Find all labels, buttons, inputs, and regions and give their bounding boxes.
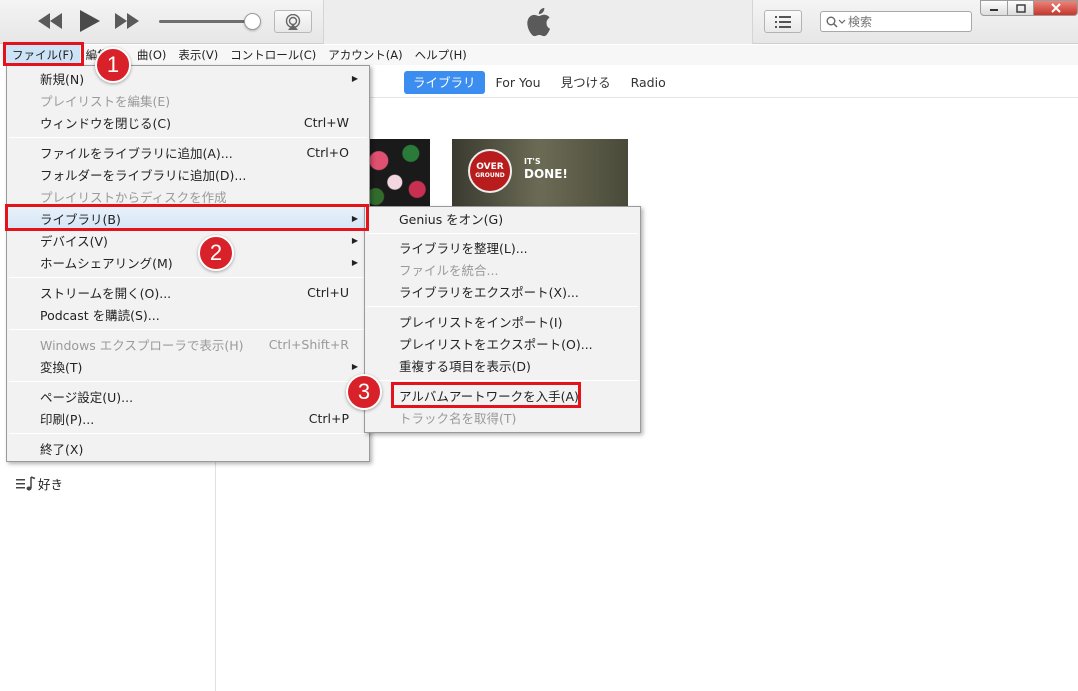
step-badge-1: 1 [95, 47, 131, 83]
submenu-arrow-icon: ▶ [351, 236, 358, 245]
menubar: ファイル(F) 編集(E) 曲(O) 表示(V) コントロール(C) アカウント… [0, 45, 1078, 65]
menu-account[interactable]: アカウント(A) [322, 45, 408, 65]
submenu-arrow-icon: ▶ [351, 362, 358, 371]
play-button[interactable] [78, 9, 102, 33]
library-menu-show-duplicates[interactable]: 重複する項目を表示(D) [365, 355, 640, 376]
list-icon [775, 15, 791, 28]
library-menu-export-library[interactable]: ライブラリをエクスポート(X)... [365, 281, 640, 302]
file-menu-page-setup[interactable]: ページ設定(U)... [7, 386, 369, 407]
submenu-arrow-icon: ▶ [351, 74, 358, 83]
album-title-text: IT'S DONE! [524, 157, 568, 181]
album-artwork-floral[interactable] [366, 139, 430, 211]
highlight-get-album-artwork [391, 382, 581, 408]
library-menu-export-playlist[interactable]: プレイリストをエクスポート(O)... [365, 333, 640, 354]
menu-separator [367, 380, 638, 381]
menu-song[interactable]: 曲(O) [131, 45, 173, 65]
search-input[interactable] [848, 14, 966, 29]
minimize-button[interactable] [980, 0, 1008, 16]
maximize-button[interactable] [1008, 0, 1034, 16]
play-icon [80, 10, 100, 32]
minimize-icon [990, 9, 998, 11]
file-menu-add-folder[interactable]: フォルダーをライブラリに追加(D)... [7, 164, 369, 185]
menu-separator [9, 381, 367, 382]
library-menu-organize[interactable]: ライブラリを整理(L)... [365, 237, 640, 258]
volume-slider-track[interactable] [159, 20, 256, 23]
file-menu-print[interactable]: 印刷(P)... Ctrl+P [7, 408, 369, 429]
maximize-icon [1015, 3, 1026, 13]
file-menu-subscribe-podcast[interactable]: Podcast を購読(S)... [7, 304, 369, 325]
playlist-music-icon [16, 475, 38, 492]
file-menu-new[interactable]: 新規(N) ▶ [7, 68, 369, 89]
tab-radio[interactable]: Radio [622, 71, 675, 94]
file-menu-close-window[interactable]: ウィンドウを閉じる(C) Ctrl+W [7, 112, 369, 133]
tab-for-you[interactable]: For You [487, 71, 550, 94]
airplay-button[interactable] [274, 10, 312, 33]
search-box[interactable] [820, 11, 972, 32]
close-button[interactable] [1034, 0, 1078, 16]
file-menu-devices[interactable]: デバイス(V) ▶ [7, 230, 369, 251]
nav-tabs: ライブラリ For You 見つける Radio [404, 70, 677, 94]
file-menu: 新規(N) ▶ プレイリストを編集(E) ウィンドウを閉じる(C) Ctrl+W フ… [6, 65, 370, 462]
submenu-arrow-icon: ▶ [351, 258, 358, 267]
menu-separator [367, 306, 638, 307]
file-menu-open-stream[interactable]: ストリームを開く(O)... Ctrl+U [7, 282, 369, 303]
apple-logo-icon [527, 7, 550, 37]
menu-help[interactable]: ヘルプ(H) [409, 45, 473, 65]
highlight-library-item [5, 204, 369, 231]
fast-forward-button[interactable] [115, 12, 139, 30]
library-menu-get-track-names: トラック名を取得(T) [399, 411, 517, 426]
menu-controls[interactable]: コントロール(C) [224, 45, 322, 65]
file-menu-exit[interactable]: 終了(X) [7, 438, 369, 459]
menu-separator [9, 277, 367, 278]
album-logo: OVER GROUND [468, 149, 512, 193]
album-artwork-overground[interactable]: OVER GROUND IT'S DONE! [452, 139, 628, 211]
library-menu-genius[interactable]: Genius をオン(G) [365, 208, 640, 229]
search-icon [826, 15, 848, 29]
rewind-button[interactable] [38, 12, 62, 30]
status-display [323, 0, 753, 44]
step-badge-2: 2 [198, 235, 234, 271]
file-menu-show-in-explorer: Windows エクスプローラで表示(H) Ctrl+Shift+R [40, 337, 349, 353]
airplay-icon [285, 13, 301, 30]
fast-forward-icon [115, 13, 139, 29]
menu-separator [9, 137, 367, 138]
library-menu-consolidate: ファイルを統合... [399, 263, 499, 278]
up-next-list-button[interactable] [764, 10, 802, 33]
window-controls [980, 0, 1078, 18]
file-menu-home-sharing[interactable]: ホームシェアリング(M) ▶ [7, 252, 369, 273]
menu-separator [9, 433, 367, 434]
menu-view[interactable]: 表示(V) [172, 45, 224, 65]
menu-separator [9, 329, 367, 330]
player-toolbar [0, 0, 1078, 44]
file-menu-edit-playlist: プレイリストを編集(E) [40, 94, 171, 109]
file-menu-add-file[interactable]: ファイルをライブラリに追加(A)... Ctrl+O [7, 142, 369, 163]
file-menu-convert[interactable]: 変換(T) ▶ [7, 356, 369, 377]
sidebar-item-favorites[interactable]: 好き [16, 474, 63, 493]
library-menu-import-playlist[interactable]: プレイリストをインポート(I) [365, 311, 640, 332]
rewind-icon [38, 13, 62, 29]
tab-browse[interactable]: 見つける [552, 71, 620, 94]
close-icon [1050, 3, 1061, 13]
tab-library[interactable]: ライブラリ [404, 70, 485, 94]
sidebar-item-label: 好き [38, 477, 64, 492]
highlight-file-menu [3, 42, 84, 66]
step-badge-3: 3 [346, 374, 382, 410]
volume-slider-knob[interactable] [244, 13, 261, 30]
menu-separator [367, 233, 638, 234]
